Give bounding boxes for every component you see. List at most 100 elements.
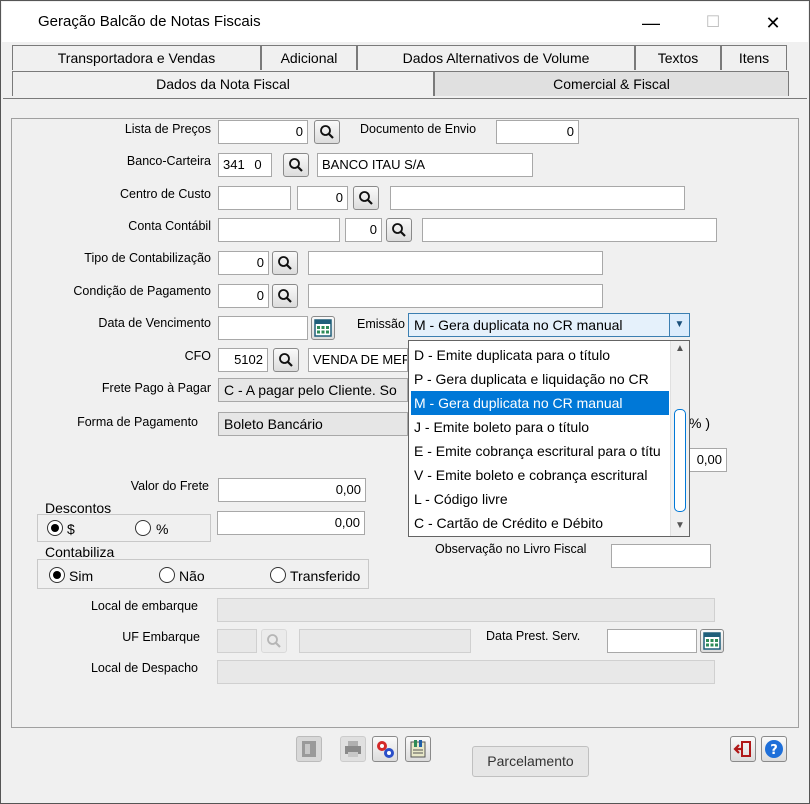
emissao-option[interactable]: E - Emite cobrança escritural para o tít… [411,439,669,463]
search-icon [278,289,292,303]
tab-itens[interactable]: Itens [721,45,787,70]
tab-dados-alternativos[interactable]: Dados Alternativos de Volume [357,45,635,70]
condicao-pagamento-descricao-input[interactable] [308,284,603,308]
tools-button[interactable] [405,736,431,762]
data-vencimento-input[interactable] [218,316,308,340]
condicao-pagamento-search-button[interactable] [272,284,298,308]
search-icon [278,256,292,270]
search-icon [279,353,293,367]
parcelamento-button[interactable]: Parcelamento [472,746,589,777]
minimize-button[interactable]: — [628,8,674,38]
svg-text:?: ? [770,743,778,758]
scroll-down-icon[interactable]: ▼ [675,520,685,531]
help-button[interactable]: ? [761,736,787,762]
scrollbar-thumb[interactable] [674,409,686,512]
settings-button[interactable] [372,736,398,762]
local-embarque-input[interactable] [217,598,715,622]
cfo-label: CFO [184,349,211,363]
data-vencimento-label: Data de Vencimento [98,316,211,330]
chevron-down-icon[interactable]: ▼ [669,314,689,336]
tipo-contabilizacao-label: Tipo de Contabilização [84,251,211,265]
descontos-input[interactable]: 0,00 [217,511,365,535]
dropdown-scrollbar[interactable]: ▲ ▼ [670,341,689,536]
export-button[interactable] [296,736,322,762]
contabiliza-nao-radio[interactable] [159,567,175,583]
banco-search-button[interactable] [283,153,309,177]
tab-comercial-fiscal[interactable]: Comercial & Fiscal [434,71,789,96]
descontos-group [37,514,211,542]
title-bar: Geração Balcão de Notas Fiscais — ☐ ✕ [2,2,808,42]
conta-contabil-descricao-input[interactable] [422,218,717,242]
cfo-input[interactable]: 5102 [218,348,268,372]
tab-textos[interactable]: Textos [635,45,721,70]
tipo-contabilizacao-input[interactable]: 0 [218,251,269,275]
descontos-pct-radio[interactable] [135,520,151,536]
conta-contabil-codigo-input[interactable] [218,218,340,242]
tipo-contabilizacao-descricao-input[interactable] [308,251,603,275]
maximize-button[interactable]: ☐ [690,8,736,38]
tab-transportadora[interactable]: Transportadora e Vendas [12,45,261,70]
emissao-option-selected[interactable]: M - Gera duplicata no CR manual [411,391,669,415]
uf-embarque-search-button[interactable] [261,629,287,653]
valor-frete-label: Valor do Frete [130,479,209,493]
centro-custo-descricao-input[interactable] [390,186,685,210]
scroll-up-icon[interactable]: ▲ [675,343,685,354]
lista-precos-input[interactable]: 0 [218,120,308,144]
contabiliza-transferido-radio[interactable] [270,567,286,583]
valor-frete-input[interactable]: 0,00 [218,478,366,502]
forma-pagamento-select[interactable]: Boleto Bancário [218,412,408,436]
search-icon [392,223,406,237]
window-title: Geração Balcão de Notas Fiscais [38,13,261,30]
emissao-select[interactable]: M - Gera duplicata no CR manual ▼ [408,313,690,337]
tipo-contabilizacao-search-button[interactable] [272,251,298,275]
documento-envio-label: Documento de Envio [360,122,477,136]
obs-livro-fiscal-label: Observação no Livro Fiscal [435,542,587,556]
tools-icon [410,740,426,758]
emissao-option[interactable]: L - Código livre [411,487,669,511]
emissao-option[interactable]: D - Emite duplicata para o título [411,343,669,367]
exit-button[interactable] [730,736,756,762]
search-icon [320,125,334,139]
gears-icon [377,741,394,758]
obs-livro-fiscal-input[interactable] [611,544,711,568]
frete-pago-select[interactable]: C - A pagar pelo Cliente. So [218,378,408,402]
emissao-option[interactable]: C - Cartão de Crédito e Débito [411,511,669,535]
emissao-dropdown-list[interactable]: D - Emite duplicata para o título P - Ge… [408,340,690,537]
print-button[interactable] [340,736,366,762]
cfo-descricao-input[interactable]: VENDA DE MER [308,348,408,372]
descontos-cifrao-label: $ [67,521,75,537]
tab-dados-nota-fiscal[interactable]: Dados da Nota Fiscal [12,71,434,96]
centro-custo-search-button[interactable] [353,186,379,210]
uf-embarque-input[interactable] [217,629,257,653]
calendar-icon [703,632,721,650]
contabiliza-sim-radio[interactable] [49,567,65,583]
uf-embarque-descricao-input[interactable] [299,629,471,653]
contabiliza-nao-label: Não [179,568,205,584]
cfo-search-button[interactable] [273,348,299,372]
centro-custo-valor-input[interactable]: 0 [297,186,348,210]
uf-embarque-label: UF Embarque [122,630,200,644]
documento-envio-input[interactable]: 0 [496,120,579,144]
lista-precos-search-button[interactable] [314,120,340,144]
calendar-button-2[interactable] [700,629,724,653]
banco-nome-input[interactable]: BANCO ITAU S/A [317,153,533,177]
aux-valor-input[interactable]: 0,00 [689,448,727,472]
conta-contabil-valor-input[interactable]: 0 [345,218,382,242]
emissao-option[interactable]: P - Gera duplicata e liquidação no CR [411,367,669,391]
centro-custo-codigo-input[interactable] [218,186,291,210]
emissao-option[interactable]: J - Emite boleto para o título [411,415,669,439]
local-despacho-input[interactable] [217,660,715,684]
emissao-label: Emissão [357,317,405,331]
conta-contabil-search-button[interactable] [386,218,412,242]
banco-carteira-input[interactable]: 341 0 [218,153,272,177]
descontos-cifrao-radio[interactable] [47,520,63,536]
calendar-button[interactable] [311,316,335,340]
close-button[interactable]: ✕ [750,8,796,38]
local-embarque-label: Local de embarque [90,599,198,613]
frete-pago-label: Frete Pago à Pagar [101,381,211,395]
condicao-pagamento-input[interactable]: 0 [218,284,269,308]
tab-adicional[interactable]: Adicional [261,45,357,70]
data-prest-serv-input[interactable] [607,629,697,653]
emissao-option[interactable]: V - Emite boleto e cobrança escritural [411,463,669,487]
search-icon [359,191,373,205]
